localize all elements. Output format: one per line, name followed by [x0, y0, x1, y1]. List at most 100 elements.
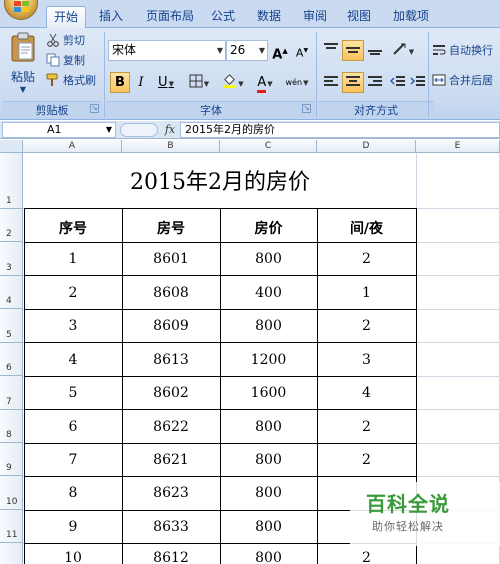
table-cell[interactable]: 8 [24, 485, 122, 501]
row-header-5[interactable]: 5 [0, 309, 23, 343]
row-header-12[interactable] [0, 543, 23, 564]
header-cell-nights[interactable]: 间/夜 [317, 218, 416, 238]
row-header-6[interactable]: 6 [0, 343, 23, 376]
formula-input[interactable]: 2015年2月的房价 [180, 122, 500, 138]
table-cell[interactable]: 8622 [122, 419, 220, 435]
merge-center-button[interactable]: 合并后居 [432, 72, 493, 90]
table-cell[interactable]: 8602 [122, 385, 220, 401]
shrink-font-button[interactable]: A▼ [292, 40, 312, 61]
table-cell[interactable]: 800 [220, 318, 317, 334]
column-header-e[interactable]: E [416, 140, 500, 153]
tab-formulas[interactable]: 公式 [206, 6, 240, 28]
table-cell[interactable]: 800 [220, 251, 317, 267]
sheet-title-cell[interactable]: 2015年2月的房价 [24, 153, 416, 208]
table-cell[interactable]: 2 [317, 550, 416, 564]
formula-bar-resize-handle[interactable] [120, 123, 158, 137]
cut-button[interactable]: 剪切 [46, 32, 85, 50]
row-header-7[interactable]: 7 [0, 376, 23, 410]
align-left-button[interactable] [320, 72, 342, 93]
insert-function-button[interactable]: fx [162, 122, 178, 138]
grow-font-button[interactable]: A▲ [270, 40, 290, 62]
table-cell[interactable]: 1 [24, 251, 122, 267]
table-cell[interactable]: 8609 [122, 318, 220, 334]
font-size-select[interactable]: 26 ▼ [226, 40, 268, 61]
italic-button[interactable]: I [132, 72, 150, 93]
tab-add-ins[interactable]: 加载项 [388, 6, 434, 28]
row-header-9[interactable]: 9 [0, 443, 23, 476]
table-cell[interactable]: 9 [24, 519, 122, 535]
borders-button[interactable]: ▼ [184, 72, 214, 93]
orientation-button[interactable]: ▼ [388, 40, 418, 61]
table-cell[interactable]: 400 [220, 285, 317, 301]
table-cell[interactable]: 800 [220, 519, 317, 535]
tab-data[interactable]: 数据 [252, 6, 286, 28]
select-all-button[interactable] [0, 140, 23, 153]
tab-view[interactable]: 视图 [342, 6, 376, 28]
name-box[interactable]: A1 ▼ [2, 122, 116, 138]
column-header-c[interactable]: C [220, 140, 317, 153]
copy-button[interactable]: 复制 [46, 52, 85, 70]
header-cell-serial[interactable]: 序号 [24, 218, 122, 238]
underline-button[interactable]: U▼ [152, 72, 180, 93]
table-cell[interactable]: 8613 [122, 352, 220, 368]
table-cell[interactable]: 3 [317, 352, 416, 368]
wrap-text-button[interactable]: 自动换行 [432, 42, 493, 60]
table-cell[interactable]: 800 [220, 419, 317, 435]
tab-page-layout[interactable]: 页面布局 [140, 6, 200, 28]
align-center-button[interactable] [342, 72, 364, 93]
row-header-3[interactable]: 3 [0, 242, 23, 276]
bold-button[interactable]: B [110, 72, 130, 93]
table-cell[interactable]: 2 [317, 318, 416, 334]
decrease-indent-button[interactable] [388, 72, 408, 93]
header-cell-price[interactable]: 房价 [220, 218, 317, 238]
table-cell[interactable]: 2 [317, 452, 416, 468]
table-cell[interactable]: 800 [220, 550, 317, 564]
table-cell[interactable]: 8633 [122, 519, 220, 535]
table-cell[interactable]: 1600 [220, 385, 317, 401]
align-bottom-button[interactable] [364, 40, 386, 61]
table-cell[interactable]: 8612 [122, 550, 220, 564]
row-header-11[interactable]: 11 [0, 510, 23, 543]
table-cell[interactable]: 4 [24, 352, 122, 368]
table-cell[interactable]: 4 [317, 385, 416, 401]
office-button[interactable] [4, 0, 38, 20]
table-cell[interactable]: 8601 [122, 251, 220, 267]
align-right-button[interactable] [364, 72, 386, 93]
table-cell[interactable]: 8608 [122, 285, 220, 301]
phonetic-button[interactable]: wén▼ [282, 72, 312, 93]
row-header-1[interactable]: 1 [0, 153, 23, 209]
header-cell-room[interactable]: 房号 [122, 218, 220, 238]
tab-review[interactable]: 审阅 [298, 6, 332, 28]
table-cell[interactable]: 3 [24, 318, 122, 334]
table-cell[interactable]: 8621 [122, 452, 220, 468]
paste-button[interactable]: 粘贴 ▼ [6, 32, 40, 98]
table-cell[interactable]: 2 [317, 251, 416, 267]
clipboard-launcher-icon[interactable]: ↘ [90, 104, 99, 113]
row-header-4[interactable]: 4 [0, 276, 23, 309]
align-middle-button[interactable] [342, 40, 364, 61]
font-color-button[interactable]: A▼ [250, 72, 280, 93]
format-painter-button[interactable]: 格式刷 [46, 72, 96, 90]
tab-insert[interactable]: 插入 [94, 6, 128, 28]
row-header-8[interactable]: 8 [0, 410, 23, 443]
table-cell[interactable]: 1 [317, 285, 416, 301]
table-cell[interactable]: 1200 [220, 352, 317, 368]
table-cell[interactable]: 2 [317, 419, 416, 435]
table-cell[interactable]: 800 [220, 452, 317, 468]
table-cell[interactable]: 10 [24, 550, 122, 564]
table-cell[interactable]: 8623 [122, 485, 220, 501]
increase-indent-button[interactable] [408, 72, 428, 93]
tab-home[interactable]: 开始 [46, 6, 86, 29]
column-header-a[interactable]: A [23, 140, 122, 153]
align-top-button[interactable] [320, 40, 342, 61]
fill-color-button[interactable]: ▼ [218, 72, 248, 93]
column-header-b[interactable]: B [122, 140, 220, 153]
table-cell[interactable]: 7 [24, 452, 122, 468]
font-name-select[interactable]: 宋体 ▼ [108, 40, 226, 61]
row-header-2[interactable]: 2 [0, 209, 23, 242]
column-header-d[interactable]: D [317, 140, 416, 153]
table-cell[interactable]: 6 [24, 419, 122, 435]
table-cell[interactable]: 5 [24, 385, 122, 401]
row-header-10[interactable]: 10 [0, 476, 23, 510]
table-cell[interactable]: 800 [220, 485, 317, 501]
